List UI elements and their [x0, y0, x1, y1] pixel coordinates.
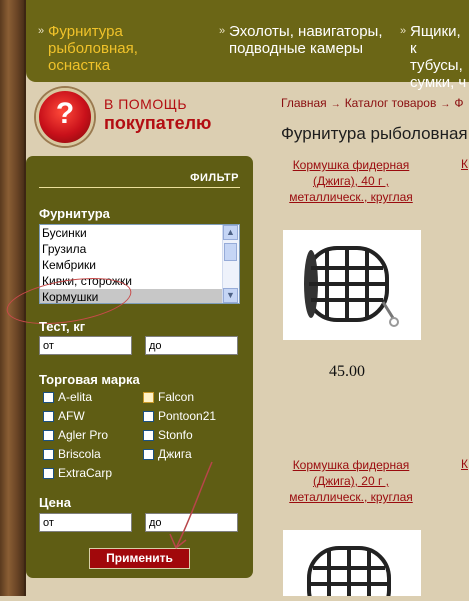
checkbox-icon[interactable] [43, 411, 54, 422]
page-title: Фурнитура рыболовная [281, 124, 468, 143]
product-image[interactable] [283, 230, 421, 340]
top-nav: » Фурнитура рыболовная, оснастка » Эхоло… [26, 0, 469, 91]
nav-arrow-icon: » [400, 25, 407, 37]
help-title-line2[interactable]: покупателю [104, 113, 211, 134]
checkbox-icon[interactable] [43, 392, 54, 403]
list-option[interactable]: Бусинки [40, 225, 223, 241]
breadcrumb-home[interactable]: Главная [281, 96, 327, 110]
breadcrumb-arrow-icon: → [330, 99, 341, 110]
checkbox-icon[interactable] [43, 430, 54, 441]
breadcrumb-catalog[interactable]: Каталог товаров [345, 96, 437, 110]
list-option[interactable]: Кембрики [40, 257, 223, 273]
filter-title: ФИЛЬТР [190, 172, 239, 184]
breadcrumb-arrow-icon: → [440, 99, 451, 110]
price-label: Цена [39, 495, 71, 510]
breadcrumb-current[interactable]: Ф [454, 96, 463, 110]
nav-item-label: Фурнитура рыболовная, оснастка [48, 23, 138, 74]
product-title-link[interactable]: Кормушка фидерная (Джига), 40 г , металл… [281, 157, 421, 205]
annotation-arrow [169, 461, 213, 549]
product-title-link[interactable]: Кормушка фидерная (Джига), 20 г , металл… [281, 457, 421, 505]
test-from-input[interactable] [39, 336, 132, 355]
nav-item-boxes[interactable]: » Ящики, к тубусы, сумки, ч [400, 23, 468, 91]
question-icon[interactable]: ? [36, 88, 94, 146]
checkbox-icon[interactable] [143, 449, 154, 460]
test-label: Тест, кг [39, 319, 86, 334]
checkbox-icon[interactable] [43, 449, 54, 460]
product-price: 45.00 [329, 363, 365, 380]
filter-divider [39, 187, 240, 188]
list-option[interactable]: Грузила [40, 241, 223, 257]
checkbox-icon[interactable] [143, 392, 154, 403]
nav-arrow-icon: » [219, 25, 226, 37]
nav-item-furnitura[interactable]: » Фурнитура рыболовная, оснастка [38, 23, 178, 74]
brand-label: Торговая марка [39, 372, 140, 387]
scroll-down-icon[interactable]: ▼ [223, 288, 238, 303]
nav-item-echosounders[interactable]: » Эхолоты, навигаторы, подводные камеры [219, 23, 389, 57]
breadcrumb: Главная → Каталог товаров → Ф [281, 96, 463, 110]
checkbox-icon[interactable] [143, 430, 154, 441]
test-to-input[interactable] [145, 336, 238, 355]
scroll-up-icon[interactable]: ▲ [223, 225, 238, 240]
help-title-line1[interactable]: В ПОМОЩЬ [104, 96, 187, 112]
product-title-fragment[interactable]: К [461, 457, 468, 471]
checkbox-icon[interactable] [143, 411, 154, 422]
product-title-fragment[interactable]: К [461, 157, 468, 171]
checkbox-icon[interactable] [43, 468, 54, 479]
listbox-scrollbar[interactable]: ▲ ▼ [222, 225, 239, 303]
nav-arrow-icon: » [38, 25, 45, 37]
feeder-cage-icon [307, 546, 391, 601]
price-from-input[interactable] [39, 513, 132, 532]
nav-item-label: Ящики, к тубусы, сумки, ч [410, 23, 467, 91]
nav-item-label: Эхолоты, навигаторы, подводные камеры [229, 23, 383, 57]
category-label: Фурнитура [39, 206, 110, 221]
feeder-cage-icon [304, 246, 399, 327]
scroll-thumb[interactable] [224, 243, 237, 261]
product-image[interactable] [283, 530, 421, 601]
